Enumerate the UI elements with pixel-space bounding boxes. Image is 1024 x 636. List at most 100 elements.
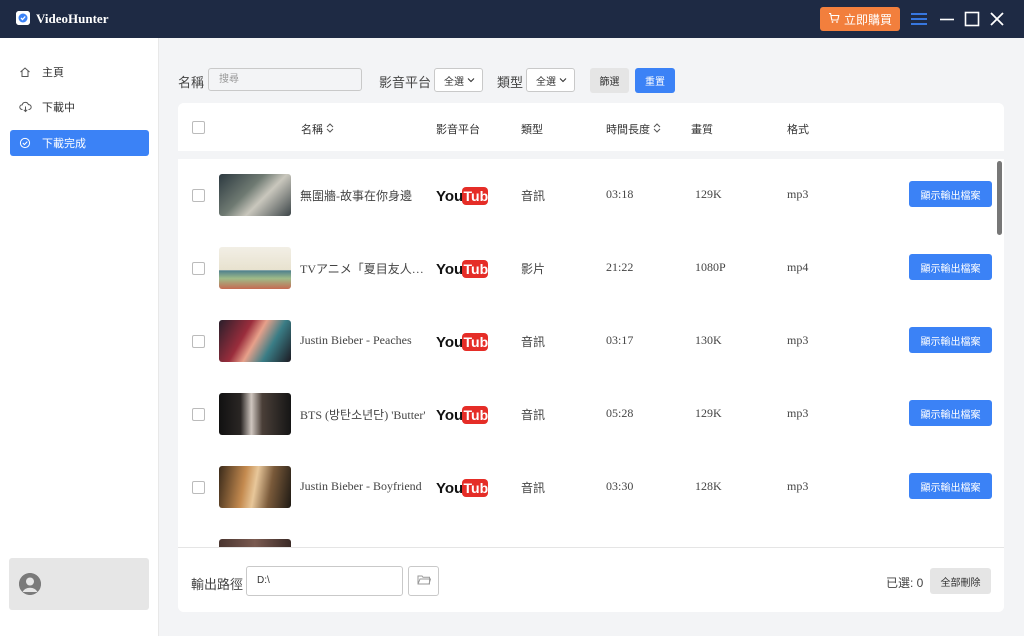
duration-cell: 03:17 [606, 333, 634, 347]
quality-cell: 129K [695, 406, 722, 420]
show-output-button[interactable]: 顯示輸出檔案 [909, 473, 992, 499]
row-checkbox[interactable] [192, 335, 205, 348]
svg-text:Tube: Tube [464, 334, 489, 350]
youtube-logo-icon: YouTube [436, 331, 496, 358]
video-thumbnail [219, 247, 291, 289]
row-checkbox[interactable] [192, 481, 205, 494]
column-duration[interactable]: 時間長度 [606, 121, 661, 137]
quality-cell: 129K [695, 187, 722, 201]
chevron-down-icon [467, 75, 475, 86]
table-row: TVアニメ「夏目友人帳」 YouTube 影片 21:22 1080P mp4 … [178, 232, 1004, 305]
row-checkbox[interactable] [192, 189, 205, 202]
table-header: 名稱 影音平台 類型 時間長度 畫質 格式 [178, 103, 1004, 159]
svg-text:Tube: Tube [464, 261, 489, 277]
sidebar-item-label: 下載完成 [42, 138, 86, 150]
duration-cell: 03:18 [606, 187, 634, 201]
platform-select-value: 全選 [444, 76, 464, 88]
quality-cell: 1080P [695, 260, 726, 274]
table-row: Justin Bieber - Boyfriend YouTube 音訊 03:… [178, 451, 1004, 524]
table-footer: 輸出路徑 D:\ 已選: 0 全部刪除 [178, 547, 1004, 612]
app-window: VideoHunter 立即購買 主頁 下載中 下載完成 名稱 搜尋 影音平台 … [0, 0, 1024, 636]
table-row [178, 524, 1004, 547]
column-format-label: 格式 [787, 124, 809, 136]
sort-icon [326, 122, 334, 136]
type-select[interactable]: 全選 [526, 68, 575, 92]
youtube-logo-icon: YouTube [436, 477, 496, 504]
video-thumbnail [219, 393, 291, 435]
table-row: BTS (방탄소년단) 'Butter' YouTube 音訊 05:28 12… [178, 378, 1004, 451]
column-name-label: 名稱 [301, 124, 323, 136]
table-body: 無圍牆-故事在你身邊 YouTube 音訊 03:18 129K mp3 顯示輸… [178, 159, 1004, 547]
chevron-down-icon [559, 75, 567, 86]
sidebar: 主頁 下載中 下載完成 [0, 38, 159, 636]
type-cell: 音訊 [521, 189, 546, 203]
app-logo-icon [16, 11, 30, 25]
video-title: TVアニメ「夏目友人帳」 [300, 262, 430, 276]
show-output-button[interactable]: 顯示輸出檔案 [909, 327, 992, 353]
sort-icon [653, 122, 661, 136]
type-cell: 影片 [521, 262, 546, 276]
platform-select[interactable]: 全選 [434, 68, 483, 92]
close-icon[interactable] [988, 10, 1006, 28]
table-row: 無圍牆-故事在你身邊 YouTube 音訊 03:18 129K mp3 顯示輸… [178, 159, 1004, 232]
svg-text:Tube: Tube [464, 480, 489, 496]
video-title: BTS (방탄소년단) 'Butter' [300, 408, 426, 422]
column-quality-label: 畫質 [691, 124, 713, 136]
format-cell: mp3 [787, 479, 809, 493]
name-filter-label: 名稱 [178, 75, 205, 90]
browse-folder-button[interactable] [408, 566, 439, 596]
sidebar-item-downloading[interactable]: 下載中 [10, 94, 149, 120]
column-type: 類型 [521, 121, 543, 137]
type-select-value: 全選 [536, 76, 556, 88]
sidebar-item-label: 主頁 [42, 67, 64, 79]
duration-cell: 05:28 [606, 406, 634, 420]
video-thumbnail [219, 539, 291, 547]
svg-text:You: You [436, 480, 463, 497]
buy-label: 立即購買 [843, 12, 892, 27]
scrollbar[interactable] [997, 161, 1002, 235]
row-checkbox[interactable] [192, 408, 205, 421]
table-row: Justin Bieber - Peaches YouTube 音訊 03:17… [178, 305, 1004, 378]
delete-all-button[interactable]: 全部刪除 [930, 568, 991, 594]
show-output-button[interactable]: 顯示輸出檔案 [909, 181, 992, 207]
video-thumbnail [219, 466, 291, 508]
type-cell: 音訊 [521, 335, 546, 349]
main-content: 名稱 搜尋 影音平台 全選 類型 全選 篩選 重置 名稱 影音平台 類型 時間長… [159, 38, 1024, 636]
user-account[interactable] [9, 558, 149, 610]
show-output-button[interactable]: 顯示輸出檔案 [909, 254, 992, 280]
filter-button[interactable]: 篩選 [590, 68, 629, 93]
format-cell: mp3 [787, 187, 809, 201]
cart-icon [828, 12, 840, 27]
buy-button[interactable]: 立即購買 [820, 7, 900, 31]
column-name[interactable]: 名稱 [301, 121, 334, 137]
video-title: Justin Bieber - Peaches [300, 333, 412, 347]
row-checkbox[interactable] [192, 262, 205, 275]
type-filter-label: 類型 [497, 75, 524, 90]
select-all-checkbox[interactable] [192, 121, 205, 134]
sidebar-item-label: 下載中 [42, 102, 75, 114]
sidebar-item-completed[interactable]: 下載完成 [10, 130, 149, 156]
svg-text:Tube: Tube [464, 407, 489, 423]
column-platform-label: 影音平台 [436, 124, 480, 136]
reset-button[interactable]: 重置 [635, 68, 675, 93]
selected-count: 已選: 0 [886, 576, 924, 590]
maximize-icon[interactable] [963, 10, 981, 28]
platform-filter-label: 影音平台 [379, 75, 432, 90]
minimize-icon[interactable] [938, 10, 956, 28]
column-platform: 影音平台 [436, 121, 480, 137]
search-input[interactable]: 搜尋 [208, 68, 362, 91]
output-path-field[interactable]: D:\ [246, 566, 403, 596]
duration-cell: 03:30 [606, 479, 634, 493]
menu-icon[interactable] [910, 10, 928, 28]
quality-cell: 128K [695, 479, 722, 493]
format-cell: mp4 [787, 260, 809, 274]
svg-text:You: You [436, 334, 463, 351]
cloud-download-icon [18, 100, 32, 114]
duration-cell: 21:22 [606, 260, 634, 274]
quality-cell: 130K [695, 333, 722, 347]
column-type-label: 類型 [521, 124, 543, 136]
youtube-logo-icon: YouTube [436, 258, 496, 285]
sidebar-item-home[interactable]: 主頁 [10, 59, 149, 85]
show-output-button[interactable]: 顯示輸出檔案 [909, 400, 992, 426]
format-cell: mp3 [787, 333, 809, 347]
